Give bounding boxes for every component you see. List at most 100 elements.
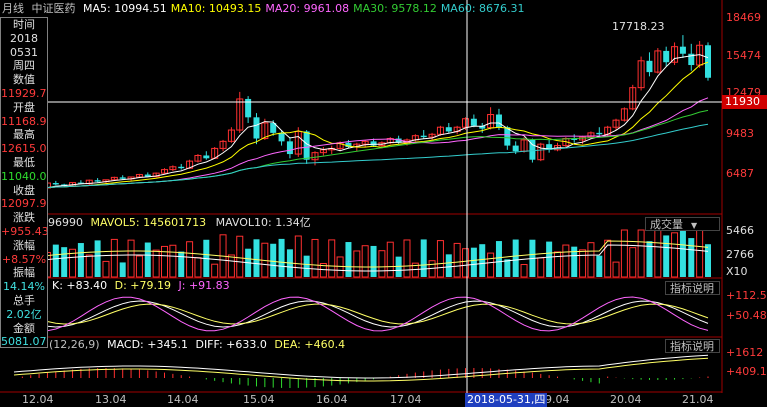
peak-price-label: 17718.23: [612, 20, 665, 33]
volume-bar: [278, 238, 285, 277]
cursor-info-panel: 时间 2018 0531 周四 数值 11929.77 开盘 11168.99 …: [0, 17, 48, 348]
volume-bar: [236, 235, 244, 278]
volume-bar: [637, 229, 645, 278]
info-low: 11040.03: [1, 169, 47, 183]
info-high: 12615.03: [1, 142, 47, 156]
x-axis-label: 21.04: [682, 393, 714, 406]
info-value-label: 数值: [13, 73, 35, 87]
info-amount: 5081.07亿: [1, 335, 47, 349]
x-axis-label: 13.04: [95, 393, 127, 406]
volume-bar: [462, 248, 470, 278]
candle-body: [495, 114, 502, 128]
volume-axis-label: 5466: [726, 224, 754, 237]
info-high-label: 最高: [13, 128, 35, 142]
candle-body: [286, 141, 293, 155]
info-amp: 14.14%: [3, 280, 45, 294]
candle-body: [512, 145, 519, 152]
volume-bar: [403, 239, 411, 278]
volume-bar: [328, 239, 336, 278]
volume-bar: [303, 255, 310, 277]
x-axis-label: 14.04: [167, 393, 199, 406]
info-close-label: 收盘: [13, 183, 35, 197]
volume-bar: [345, 242, 352, 277]
volume-bar: [361, 245, 369, 278]
macd-help-button[interactable]: 指标说明: [665, 339, 720, 353]
info-weekday: 周四: [13, 59, 35, 73]
info-value: 11929.77: [1, 86, 47, 100]
volume-indicator-select[interactable]: 成交量 ▼: [645, 217, 720, 231]
kdj-line: [13, 303, 709, 325]
volume-bar: [620, 229, 628, 278]
volume-bar: [253, 239, 260, 277]
volume-bar: [612, 261, 620, 278]
candle-body: [178, 166, 185, 169]
ma-line: [13, 123, 709, 192]
ma-legend: 月线 中证医药 MA5: 10994.51 MA10: 10493.15 MA20:…: [0, 0, 722, 17]
volume-bar: [161, 245, 169, 278]
period-label[interactable]: 月线: [0, 2, 24, 15]
volume-bar: [562, 244, 570, 278]
volume-bar: [211, 263, 219, 278]
ma-line: [13, 109, 709, 192]
volume-bar: [512, 239, 519, 277]
price-axis-label: 9483: [726, 127, 754, 140]
x-axis-label: 15.04: [243, 393, 275, 406]
info-open-label: 开盘: [13, 100, 35, 114]
ma-line: [13, 54, 709, 192]
x-axis-label: 12.04: [22, 393, 54, 406]
candle-body: [470, 118, 477, 126]
info-amount-label: 金额: [13, 321, 35, 335]
candle-body: [679, 46, 686, 54]
candle-body: [596, 132, 603, 135]
volume-bar: [110, 238, 118, 278]
price-axis-label: 6487: [726, 167, 754, 180]
info-hand-label: 总手: [13, 293, 35, 307]
kdj-j-label: J: +91.83: [178, 279, 230, 292]
info-open: 11168.99: [1, 114, 47, 128]
volume-bar: [537, 257, 545, 278]
macd-value-label: MACD: +345.1: [107, 338, 188, 351]
volume-bar: [61, 247, 68, 277]
candle-body: [278, 132, 285, 142]
candle-body: [119, 177, 126, 179]
volume-bar: [52, 244, 59, 277]
volume-bar: [294, 235, 302, 278]
info-change: +955.43: [1, 224, 47, 238]
macd-legend: (12,26,9) MACD: +345.1 DIFF: +633.0 DEA:…: [0, 338, 345, 352]
volume-bar: [671, 232, 679, 278]
volume-select-label: 成交量: [650, 218, 683, 231]
candle-body: [646, 60, 653, 73]
volume-bar: [495, 241, 502, 277]
macd-dea-label: DEA: +460.4: [274, 338, 346, 351]
volume-bar: [453, 242, 461, 278]
volume-bar: [520, 264, 528, 278]
kdj-help-button[interactable]: 指标说明: [665, 281, 720, 295]
volume-bar: [663, 235, 670, 277]
volume-bar: [178, 251, 185, 277]
volume-bar: [311, 238, 319, 278]
volume-bar: [436, 240, 444, 278]
volume-bar: [102, 260, 110, 278]
dropdown-arrow-icon: ▼: [691, 221, 698, 230]
index-name: 中证医药: [31, 2, 76, 15]
candle-body: [420, 135, 427, 138]
volume-bar: [420, 239, 427, 277]
volume-bar: [169, 244, 177, 278]
ma-legend-item: MA5: 10994.51: [83, 2, 167, 15]
x-axis-label: 17.04: [390, 393, 422, 406]
volume-bar: [127, 239, 135, 278]
candle-body: [253, 117, 260, 139]
volume-bar: [679, 230, 686, 277]
mavol5-line: [13, 240, 709, 268]
volume-bar: [378, 250, 386, 278]
ma-items: MA5: 10994.51 MA10: 10493.15 MA20: 9961.08…: [83, 2, 529, 15]
crosshair-price-flag: 11930: [722, 95, 767, 109]
macd-axis-label: +409.1: [726, 365, 767, 378]
candle-body: [52, 183, 59, 185]
volume-bar: [370, 245, 377, 277]
price-axis-label: 18469: [726, 11, 761, 24]
mavol5-label: MAVOL5: 145601713: [90, 216, 207, 229]
candle-body: [705, 45, 711, 78]
volume-bar: [553, 251, 561, 278]
kdj-axis-label: +112.5: [726, 289, 767, 302]
